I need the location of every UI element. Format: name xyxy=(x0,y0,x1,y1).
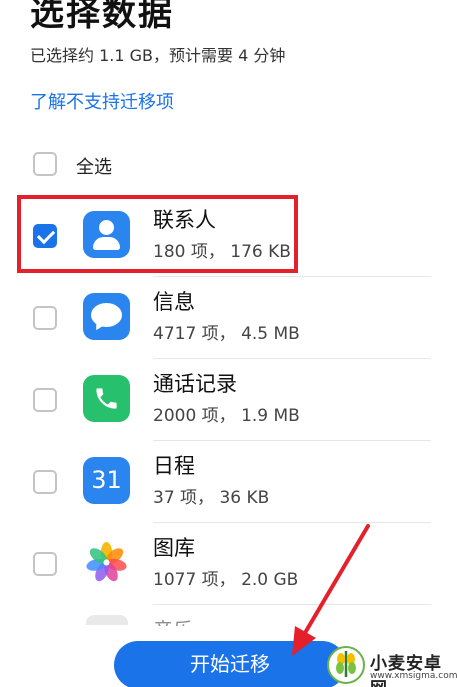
item-name: 信息 xyxy=(153,290,195,314)
list-item-gallery[interactable]: 图库 1077 项， 2.0 GB xyxy=(0,523,457,605)
watermark-name: 小麦安卓网 xyxy=(370,654,442,687)
calendar-icon: 31 xyxy=(83,457,130,504)
item-detail: 4717 项， 4.5 MB xyxy=(153,324,300,344)
next-item-name-peek: 音乐 xyxy=(153,614,193,626)
item-name: 日程 xyxy=(153,454,195,478)
item-detail: 1077 项， 2.0 GB xyxy=(153,570,299,590)
list-item-messages[interactable]: 信息 4717 项， 4.5 MB xyxy=(0,277,457,359)
watermark: 小麦安卓网 www.xmsigma.com xyxy=(320,643,457,687)
list-item-call-log[interactable]: 通话记录 2000 项， 1.9 MB xyxy=(0,359,457,441)
unsupported-items-link[interactable]: 了解不支持迁移项 xyxy=(30,88,174,114)
item-detail: 2000 项， 1.9 MB xyxy=(153,406,300,426)
next-item-icon-peek xyxy=(86,615,128,625)
red-arrow-icon xyxy=(292,524,370,656)
highlight-box xyxy=(17,195,298,273)
gallery-icon xyxy=(83,539,130,586)
selection-summary: 已选择约 1.1 GB，预计需要 4 分钟 xyxy=(30,46,286,65)
select-all-label[interactable]: 全选 xyxy=(76,153,112,179)
phone-call-icon xyxy=(83,375,130,422)
watermark-url: www.xmsigma.com xyxy=(370,671,457,681)
select-all-checkbox[interactable] xyxy=(33,152,57,176)
page-title: 选择数据 xyxy=(30,0,174,34)
item-name: 通话记录 xyxy=(153,372,237,396)
item-detail: 37 项， 36 KB xyxy=(153,488,270,508)
calendar-checkbox[interactable] xyxy=(33,470,57,494)
gallery-checkbox[interactable] xyxy=(33,552,57,576)
list-item-calendar[interactable]: 31 日程 37 项， 36 KB xyxy=(0,441,457,523)
messages-checkbox[interactable] xyxy=(33,306,57,330)
calendar-icon-date: 31 xyxy=(91,466,122,494)
messages-icon xyxy=(83,293,130,340)
watermark-logo-icon xyxy=(327,646,365,684)
call-log-checkbox[interactable] xyxy=(33,388,57,412)
item-name: 图库 xyxy=(153,536,195,560)
